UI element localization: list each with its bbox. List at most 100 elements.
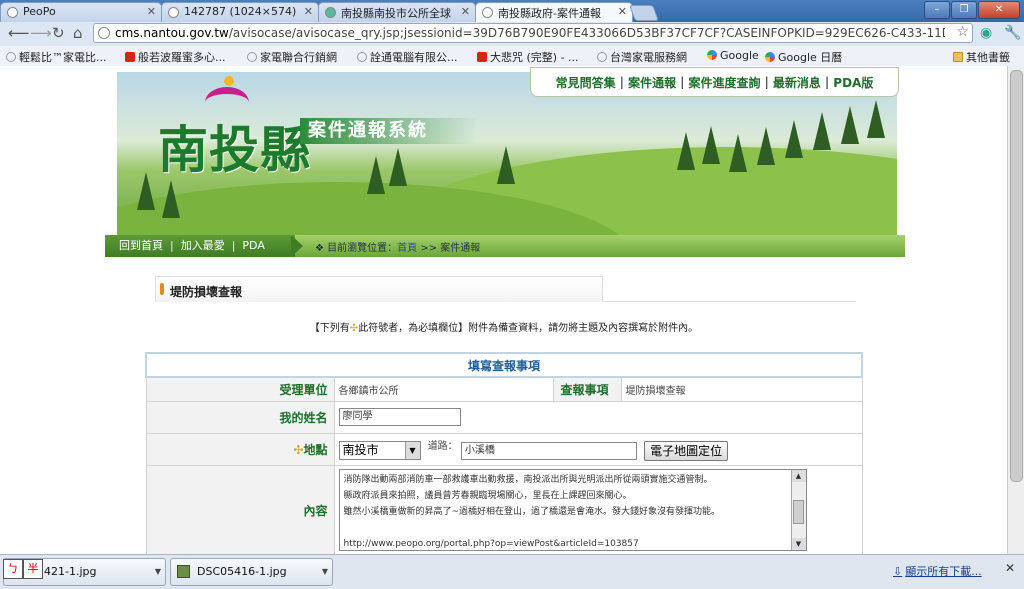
tab-nantou-county[interactable]: 南投縣政府-案件通報 ✕ <box>475 2 633 22</box>
notice-text: 【下列有 <box>309 323 350 334</box>
maximize-button[interactable]: ❐ <box>951 1 977 19</box>
tab-title: PeoPo <box>23 5 56 18</box>
city-select[interactable]: 南投市 ▼ <box>338 441 421 461</box>
section-header: 堤防損壞查報 <box>155 276 603 302</box>
close-window-button[interactable]: ✕ <box>978 1 1020 19</box>
ime-mode[interactable]: ㄅ <box>3 559 23 579</box>
bookmark-star-icon[interactable]: ☆ <box>956 24 969 40</box>
nav-faq[interactable]: 常見問答集 <box>556 74 616 91</box>
form-title: 填寫查報事項 <box>145 352 863 378</box>
back-arrow-icon[interactable]: ⟵ <box>8 25 30 42</box>
wrench-icon[interactable]: 🔧 <box>1004 25 1021 41</box>
content-textarea[interactable]: 消防隊出動兩部消防車一部救護車出勤救援，南投派出所與光明派出所從兩頭實施交通管制… <box>338 468 807 551</box>
page-icon <box>98 27 110 39</box>
download-bar: 05421-1.jpg ▼ DSC05416-1.jpg ▼ <box>0 554 1024 589</box>
close-icon[interactable]: ✕ <box>618 5 627 18</box>
browser-toolbar: ⟵ ⟶ ↻ ⌂ cms.nantou.gov.tw/avisocase/avis… <box>0 22 1024 47</box>
google-icon <box>765 52 775 62</box>
nav-pda[interactable]: PDA版 <box>833 74 873 91</box>
scroll-up-icon[interactable]: ▲ <box>791 469 806 482</box>
tree-graphic <box>677 132 695 170</box>
bookmark-label: Google 日曆 <box>778 51 843 64</box>
tab-strip: PeoPo ✕ 142787 (1024×574) ✕ 南投縣南投市公所全球 ✕… <box>0 0 1024 22</box>
link-home[interactable]: 回到首頁 <box>119 239 163 252</box>
ime-indicator[interactable]: ㄅ半 <box>3 559 43 579</box>
scroll-down-icon[interactable]: ▼ <box>791 537 806 550</box>
extension-icon[interactable]: ◉ <box>980 25 992 41</box>
tab-image[interactable]: 142787 (1024×574) ✕ <box>161 2 319 22</box>
close-icon[interactable]: ✕ <box>304 5 313 18</box>
breadcrumb-home[interactable]: 首頁 <box>397 243 417 254</box>
page-scroll-thumb[interactable] <box>1010 70 1023 482</box>
site-logo[interactable]: 南投縣 <box>158 110 311 182</box>
nav-progress[interactable]: 案件進度查詢 <box>688 74 760 91</box>
bookmark-item[interactable]: Google 日曆 <box>765 49 842 65</box>
tree-graphic <box>757 127 775 165</box>
scroll-thumb[interactable] <box>792 499 804 524</box>
bookmark-item[interactable]: 大悲咒 (完整) - ... <box>477 49 579 65</box>
road-input[interactable]: 小溪橋 <box>460 441 637 460</box>
bookmark-label: 大悲咒 (完整) - ... <box>490 51 579 64</box>
show-all-downloads-link[interactable]: ⇩ 顯示所有下載... <box>893 563 982 579</box>
tree-graphic <box>841 106 859 144</box>
tree-graphic <box>813 112 831 150</box>
matter-value: 堤防損壞查報 <box>620 376 863 402</box>
tab-nantou-city[interactable]: 南投縣南投市公所全球 ✕ <box>318 2 476 22</box>
bookmark-item[interactable]: 家電聯合行銷網 <box>247 49 337 65</box>
breadcrumb-prefix: 目前瀏覽位置： <box>327 243 398 254</box>
tab-title: 南投縣南投市公所全球 <box>341 7 451 20</box>
tab-peopo[interactable]: PeoPo ✕ <box>0 2 162 22</box>
page-scrollbar[interactable] <box>1007 66 1024 554</box>
forward-arrow-icon[interactable]: ⟶ <box>30 25 52 42</box>
bookmark-label: 台灣家電服務網 <box>610 51 687 64</box>
globe-icon <box>482 7 493 18</box>
minimize-button[interactable]: – <box>924 1 950 19</box>
nav-separator: | <box>824 75 830 89</box>
city-selected: 南投市 <box>342 443 379 458</box>
nav-report[interactable]: 案件通報 <box>628 74 676 91</box>
page-content: 南投縣 案件通報系統 常見問答集 | 案件通報 | 案件進度查詢 | 最新消息 | PD… <box>0 66 1024 554</box>
required-notice: 【下列有✣此符號者，為必填欄位】附件為備查資料，請勿將主題及內容撰寫於附件內。 <box>145 319 863 334</box>
bookmark-item[interactable]: 般若波羅蜜多心... <box>125 49 226 65</box>
bookmark-item[interactable]: Google <box>707 49 759 62</box>
close-icon[interactable]: ✕ <box>461 5 470 18</box>
other-bookmarks[interactable]: 其他書籤 <box>953 49 1010 65</box>
name-input[interactable]: 廖同學 <box>338 408 461 426</box>
textarea-scrollbar[interactable]: ▲ ▼ <box>790 469 806 550</box>
folder-icon <box>953 52 963 62</box>
bookmark-item[interactable]: 台灣家電服務網 <box>597 49 687 65</box>
tree-graphic <box>137 172 155 210</box>
tree-graphic <box>367 156 385 194</box>
content-line <box>344 520 788 536</box>
content-label: 內容 <box>145 464 335 554</box>
bookmark-item[interactable]: 詮通電腦有限公... <box>357 49 458 65</box>
download-filename: DSC05416-1.jpg <box>197 565 287 578</box>
bookmark-item[interactable]: 輕鬆比™家電比... <box>6 49 107 65</box>
chevron-down-icon[interactable]: ▼ <box>322 559 328 585</box>
url-text: cms.nantou.gov.tw/avisocase/avisocase_qr… <box>115 26 945 40</box>
agency-value: 各鄉鎮市公所 <box>333 376 554 402</box>
new-tab-button[interactable] <box>629 5 659 21</box>
globe-icon <box>357 52 367 62</box>
link-favorite[interactable]: 加入最愛 <box>181 239 225 252</box>
youtube-icon <box>477 52 487 62</box>
map-locate-button[interactable]: 電子地圖定位 <box>644 440 729 461</box>
home-icon[interactable]: ⌂ <box>73 25 83 42</box>
bookmark-label: Google <box>720 49 759 62</box>
reload-icon[interactable]: ↻ <box>52 25 65 42</box>
ime-width[interactable]: 半 <box>23 559 43 579</box>
tab-title: 南投縣政府-案件通報 <box>498 7 601 20</box>
section-title: 堤防損壞查報 <box>170 285 243 299</box>
tree-graphic <box>867 100 885 138</box>
download-item[interactable]: DSC05416-1.jpg ▼ <box>170 558 333 586</box>
nav-news[interactable]: 最新消息 <box>773 74 821 91</box>
agency-label: 受理單位 <box>145 376 335 402</box>
bookmark-label: 詮通電腦有限公... <box>370 51 458 64</box>
nav-separator: | <box>680 75 685 89</box>
address-bar[interactable]: cms.nantou.gov.tw/avisocase/avisocase_qr… <box>93 23 973 43</box>
close-icon[interactable]: ✕ <box>1005 561 1015 575</box>
required-star-icon: ✣ <box>293 442 304 457</box>
close-icon[interactable]: ✕ <box>147 5 156 18</box>
link-pda[interactable]: PDA <box>242 239 264 252</box>
chevron-down-icon[interactable]: ▼ <box>155 559 161 585</box>
